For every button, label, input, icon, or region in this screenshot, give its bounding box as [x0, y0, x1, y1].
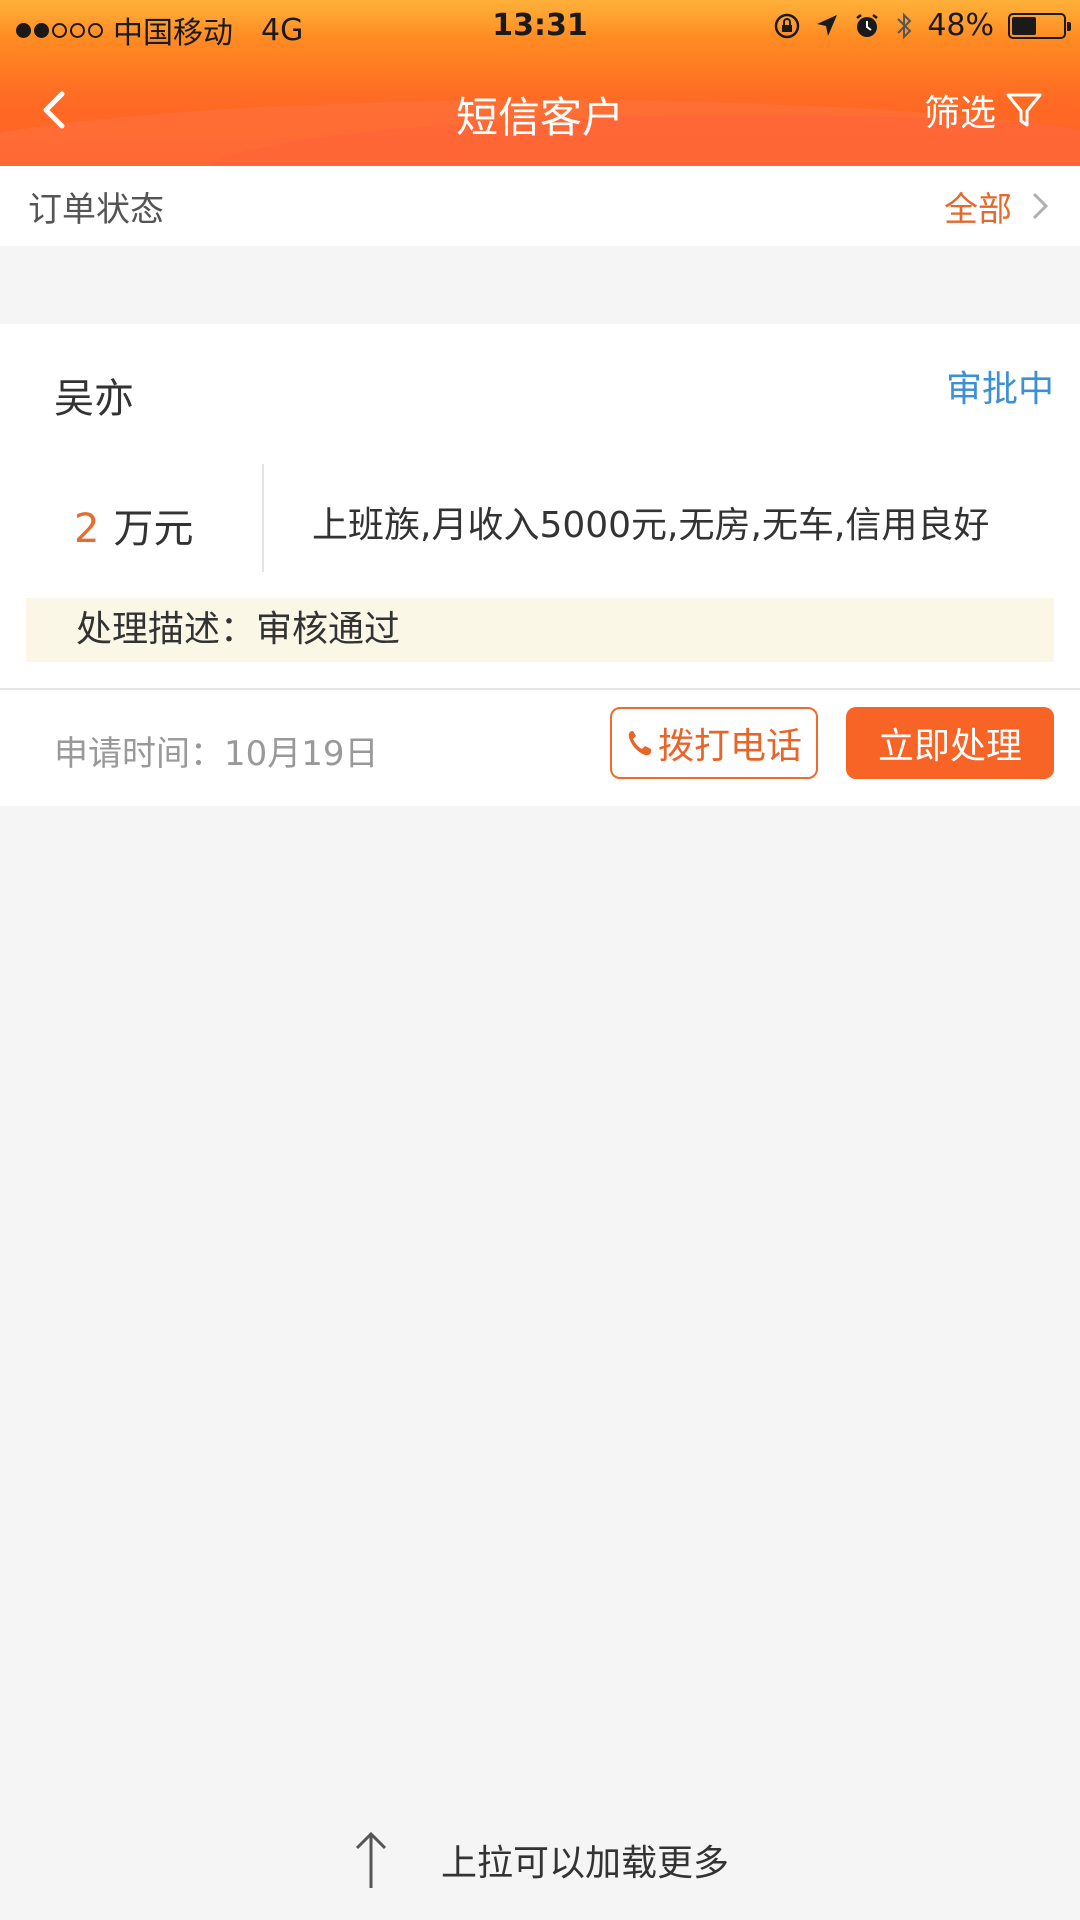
battery-percent: 48% — [927, 8, 994, 43]
bluetooth-icon — [897, 12, 912, 39]
load-more-hint: 上拉可以加载更多 — [0, 1820, 1080, 1900]
status-bar: 中国移动 4G 13:31 48% — [0, 0, 1080, 54]
apply-time: 申请时间：10月19日 — [54, 734, 379, 774]
customer-card: 吴亦 审批中 2 万元 上班族,月收入5000元,无房,无车,信用良好 处理描述：… — [0, 324, 1080, 806]
order-status-label: 订单状态 — [28, 189, 164, 230]
process-description: 处理描述：审核通过 — [26, 598, 1054, 662]
card-divider — [0, 688, 1080, 690]
customer-description: 上班族,月收入5000元,无房,无车,信用良好 — [312, 505, 990, 546]
battery-fill — [1012, 16, 1036, 35]
nav-bar: 短信客户 筛选 — [0, 54, 1080, 166]
call-button-label: 拨打电话 — [657, 726, 802, 767]
header: 中国移动 4G 13:31 48% 短信客户 筛选 — [0, 0, 1080, 166]
order-status-value-group: 全部 — [944, 182, 1050, 231]
load-more-label: 上拉可以加载更多 — [440, 1843, 729, 1884]
filter-button[interactable]: 筛选 — [924, 84, 1044, 136]
arrow-up-icon — [355, 1831, 387, 1888]
order-status-filter[interactable]: 订单状态 全部 — [0, 166, 1080, 246]
loan-amount-unit: 万元 — [113, 506, 194, 552]
orientation-lock-icon — [775, 13, 800, 38]
page-title: 短信客户 — [455, 93, 624, 142]
customer-name: 吴亦 — [54, 376, 134, 422]
filter-label: 筛选 — [923, 93, 996, 134]
location-icon — [817, 14, 838, 36]
order-status-value: 全部 — [944, 189, 1012, 230]
loan-amount: 2 万元 — [74, 496, 193, 554]
phone-icon — [628, 731, 651, 756]
approval-status-badge: 审批中 — [945, 369, 1054, 410]
process-now-button[interactable]: 立即处理 — [846, 707, 1054, 779]
loan-amount-number: 2 — [74, 506, 100, 552]
battery-icon — [1008, 12, 1071, 39]
alarm-icon — [856, 13, 879, 37]
call-button[interactable]: 拨打电话 — [610, 707, 818, 779]
chevron-right-icon — [1032, 192, 1049, 220]
status-right: 48% — [773, 8, 1071, 43]
vertical-divider — [262, 464, 264, 572]
filter-funnel-icon — [1006, 93, 1042, 127]
